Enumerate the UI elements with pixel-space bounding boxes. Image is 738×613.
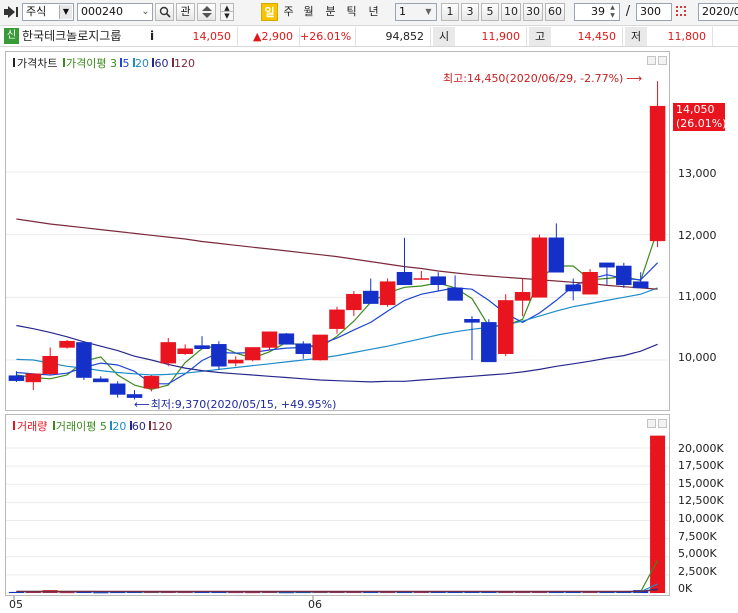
volume-axis-label: 12,500K [678, 494, 724, 507]
interval-5-button[interactable]: 5 [481, 3, 499, 21]
chevron-down-icon: ▼ [425, 7, 432, 16]
legend-price-title: 가격차트 [17, 57, 58, 70]
interval-60-button[interactable]: 60 [545, 3, 565, 21]
interval-3-button[interactable]: 3 [461, 3, 479, 21]
panel-minimize-icon[interactable] [647, 419, 656, 428]
tab-period-minute[interactable]: 분 [322, 3, 339, 21]
interval-select[interactable]: 1 ▼ [395, 3, 437, 21]
price-chart-panel[interactable] [5, 51, 670, 411]
stock-name: 한국테크놀로지그룹 [22, 29, 122, 43]
low-annotation: ⟵최저:9,370(2020/05/15, +49.95%) [134, 398, 337, 411]
volume-axis-label: 17,500K [678, 459, 724, 472]
panel-close-icon[interactable] [658, 56, 667, 65]
volume-axis-label: 5,000K [678, 547, 717, 560]
interval-10-button[interactable]: 10 [501, 3, 521, 21]
legend-ma5: 5 [122, 57, 130, 70]
legend-vol-ma120: 120 [151, 420, 173, 433]
info-button[interactable]: i [146, 28, 158, 45]
spin-control[interactable]: ▲ ▼ [220, 3, 234, 21]
low-price: 11,800 [647, 27, 713, 46]
legend-ma3: 3 [109, 57, 117, 70]
price-axis-label: 13,000 [678, 167, 717, 180]
stock-code-input[interactable]: 000240 ⌄ [77, 3, 153, 21]
total-count-input[interactable]: 300 [636, 3, 672, 21]
up-down-icon [201, 6, 212, 18]
legend-ma60: 60 [154, 57, 169, 70]
legend-vol-ma20: 20 [112, 420, 127, 433]
arrow-right-icon: ⟶ [626, 72, 643, 85]
price-change: ▲2,900 [238, 27, 300, 46]
open-label: 시 [433, 27, 455, 46]
legend-marker [52, 421, 55, 430]
interest-button[interactable]: 관 [176, 3, 195, 21]
volume-axis-label: 2,500K [678, 565, 717, 578]
volume-axis-label: 7,500K [678, 530, 717, 543]
chevron-down-icon: ⌄ [141, 6, 150, 17]
volume-axis-label: 0K [678, 582, 693, 595]
volume-axis-label: 20,000K [678, 442, 724, 455]
search-icon [159, 6, 171, 18]
volume-axis-label: 10,000K [678, 512, 724, 525]
x-axis-label: 05 [9, 598, 23, 611]
open-price: 11,900 [455, 27, 527, 46]
volume-axis-label: 15,000K [678, 477, 724, 490]
legend-volume-title: 거래량 [17, 420, 48, 433]
low-label: 저 [625, 27, 647, 46]
x-axis-label: 06 [308, 598, 322, 611]
price-change-percent: +26.01% [300, 27, 356, 46]
arrow-left-icon: ⟵ [134, 398, 150, 411]
grid-dots-icon[interactable] [675, 5, 689, 19]
price-legend: 가격차트 가격이평 3 5 20 60 120 [13, 57, 195, 70]
volume-chart-panel[interactable] [5, 414, 670, 596]
count-input[interactable]: 39 ▲ ▼ [574, 3, 620, 21]
tab-period-month[interactable]: 월 [300, 3, 317, 21]
legend-ma20: 20 [134, 57, 149, 70]
interval-30-button[interactable]: 30 [523, 3, 543, 21]
panel-minimize-icon[interactable] [647, 56, 656, 65]
tab-period-day[interactable]: 일 [261, 3, 278, 21]
spin-down-icon[interactable]: ▼ [220, 12, 234, 21]
arrow-in-icon[interactable] [4, 6, 18, 18]
legend-marker [62, 58, 65, 67]
high-price: 14,450 [551, 27, 623, 46]
search-button[interactable] [155, 3, 174, 21]
legend-vol-ma-label: 거래이평 [55, 420, 97, 433]
legend-marker [13, 421, 15, 430]
legend-vol-ma60: 60 [131, 420, 146, 433]
credit-badge: 신 [4, 28, 19, 44]
volume-legend: 거래량 거래이평 5 20 60 120 [13, 420, 172, 433]
high-label: 고 [529, 27, 551, 46]
legend-marker [13, 58, 15, 67]
panel-close-icon[interactable] [658, 419, 667, 428]
count-separator: / [625, 4, 631, 19]
tab-period-week[interactable]: 주 [280, 3, 297, 21]
stock-info-bar: 신 한국테크놀로지그룹 i 14,050 ▲2,900 +26.01% 94,8… [0, 26, 738, 47]
interval-1-button[interactable]: 1 [441, 3, 459, 21]
last-price-tag: 14,050 (26.01%) [673, 103, 727, 131]
spin-up-icon[interactable]: ▲ [220, 3, 234, 12]
price-axis-label: 10,000 [678, 351, 717, 364]
legend-ma-label: 가격이평 [65, 57, 107, 70]
current-price: 14,050 [163, 27, 238, 46]
scroll-toggle-button[interactable] [197, 3, 216, 21]
legend-ma120: 120 [173, 57, 195, 70]
price-axis-label: 11,000 [678, 290, 717, 303]
legend-vol-ma5: 5 [99, 420, 107, 433]
date-input[interactable]: 2020/0 [698, 3, 738, 21]
high-annotation: 최고:14,450(2020/06/29, -2.77%) ⟶ [443, 72, 643, 85]
trade-volume: 94,852 [356, 27, 431, 46]
price-axis-label: 12,000 [678, 229, 717, 242]
chevron-down-icon: ▼ [59, 5, 72, 19]
market-select[interactable]: 주식 ▼ [22, 3, 74, 21]
spin-arrows-icon[interactable]: ▲ ▼ [607, 4, 618, 20]
tab-period-tick[interactable]: 틱 [343, 3, 360, 21]
tab-period-year[interactable]: 년 [364, 3, 383, 21]
toolbar: 주식 ▼ 000240 ⌄ 관 ▲ ▼ 일 주 월 분 틱 년 1 ▼ 1 3 … [0, 0, 738, 26]
